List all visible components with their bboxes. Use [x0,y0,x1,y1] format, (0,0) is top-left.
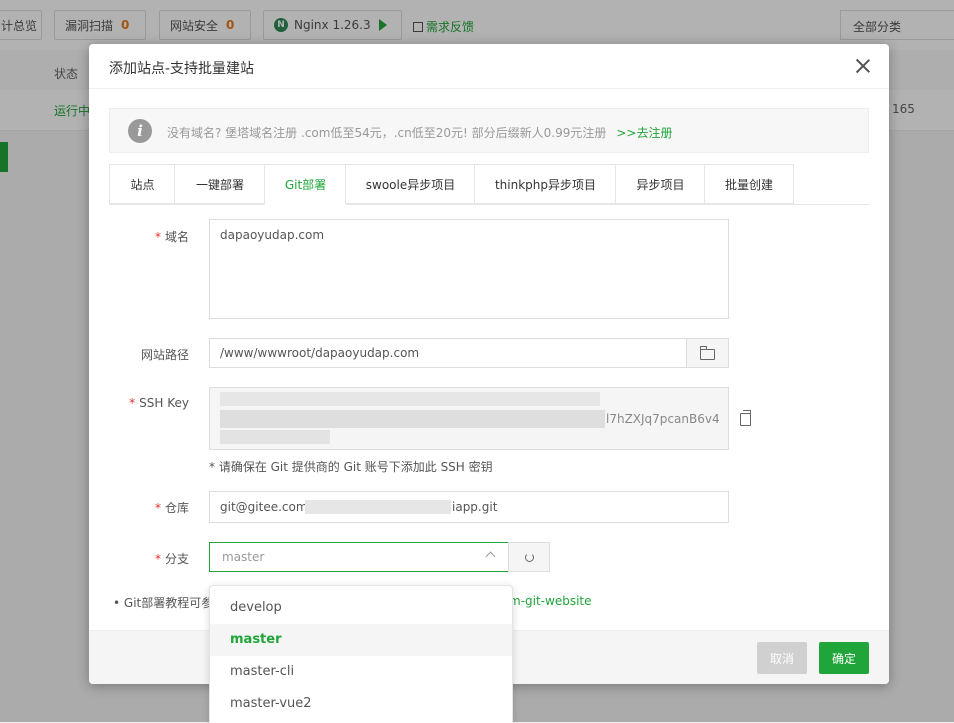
path-label: 网站路径 [140,348,189,362]
redacted-region [220,392,600,406]
domain-label: * 域名 [154,230,189,244]
repo-label: * 仓库 [154,501,189,515]
register-link[interactable]: >>去注册 [616,126,672,140]
folder-button[interactable] [686,338,729,368]
dialog-title: 添加站点-支持批量建站 [109,61,255,77]
tab-site[interactable]: 站点 [109,164,175,204]
branch-label: * 分支 [154,552,189,566]
tab-thinkphp[interactable]: thinkphp异步项目 [474,164,616,204]
domain-notice: i 没有域名? 堡塔域名注册 .com低至54元，.cn低至20元! 部分后缀新… [109,108,869,153]
tab-swoole[interactable]: swoole异步项目 [345,164,475,204]
notice-text: 没有域名? 堡塔域名注册 .com低至54元，.cn低至20元! 部分后缀新人0… [167,124,672,141]
repo-input[interactable]: git@gitee.com iapp.git [209,491,729,523]
tutorial-link[interactable]: m-git-website [509,594,592,608]
repo-prefix: git@gitee.com [220,500,308,514]
branch-select[interactable]: master [209,542,509,572]
ssh-key-label: * SSH Key [129,396,189,410]
domain-textarea[interactable]: dapaoyudap.com [209,219,729,319]
branch-value: master [222,550,265,564]
confirm-button[interactable]: 确定 [819,642,869,674]
tab-one-click-deploy[interactable]: 一键部署 [174,164,265,204]
folder-icon [700,345,715,360]
cancel-button[interactable]: 取消 [757,642,807,674]
deploy-tabs: 站点 一键部署 Git部署 swoole异步项目 thinkphp异步项目 异步… [109,164,869,205]
redacted-region [220,410,605,428]
repo-suffix: iapp.git [452,500,498,514]
copy-icon[interactable] [740,410,751,426]
tutorial-text: • Git部署教程可参 [113,596,214,610]
ssh-key-box[interactable]: l7hZXJq7pcanB6v4 [209,387,729,450]
branch-option-develop[interactable]: develop [210,592,512,624]
refresh-branches-button[interactable] [508,542,550,572]
branch-option-master-vue2[interactable]: master-vue2 [210,688,512,720]
info-icon: i [128,119,152,143]
path-input[interactable]: /www/wwwroot/dapaoyudap.com [209,338,687,368]
branch-option-master[interactable]: master [210,624,512,656]
tab-async[interactable]: 异步项目 [615,164,705,204]
redacted-region [305,500,451,514]
branch-option-master-cli[interactable]: master-cli [210,656,512,688]
ssh-hint: * 请确保在 Git 提供商的 Git 账号下添加此 SSH 密钥 [209,460,493,474]
tab-batch-create[interactable]: 批量创建 [704,164,794,204]
close-icon[interactable] [853,56,873,76]
redacted-region [220,430,330,444]
ssh-key-tail: l7hZXJq7pcanB6v4 [606,412,720,426]
dialog-header: 添加站点-支持批量建站 [89,44,889,89]
notice-message: 没有域名? 堡塔域名注册 .com低至54元，.cn低至20元! 部分后缀新人0… [167,126,607,140]
tab-git-deploy[interactable]: Git部署 [264,164,346,205]
refresh-icon [524,552,534,562]
chevron-up-icon [485,551,496,562]
branch-dropdown: develop master master-cli master-vue2 [209,585,513,723]
